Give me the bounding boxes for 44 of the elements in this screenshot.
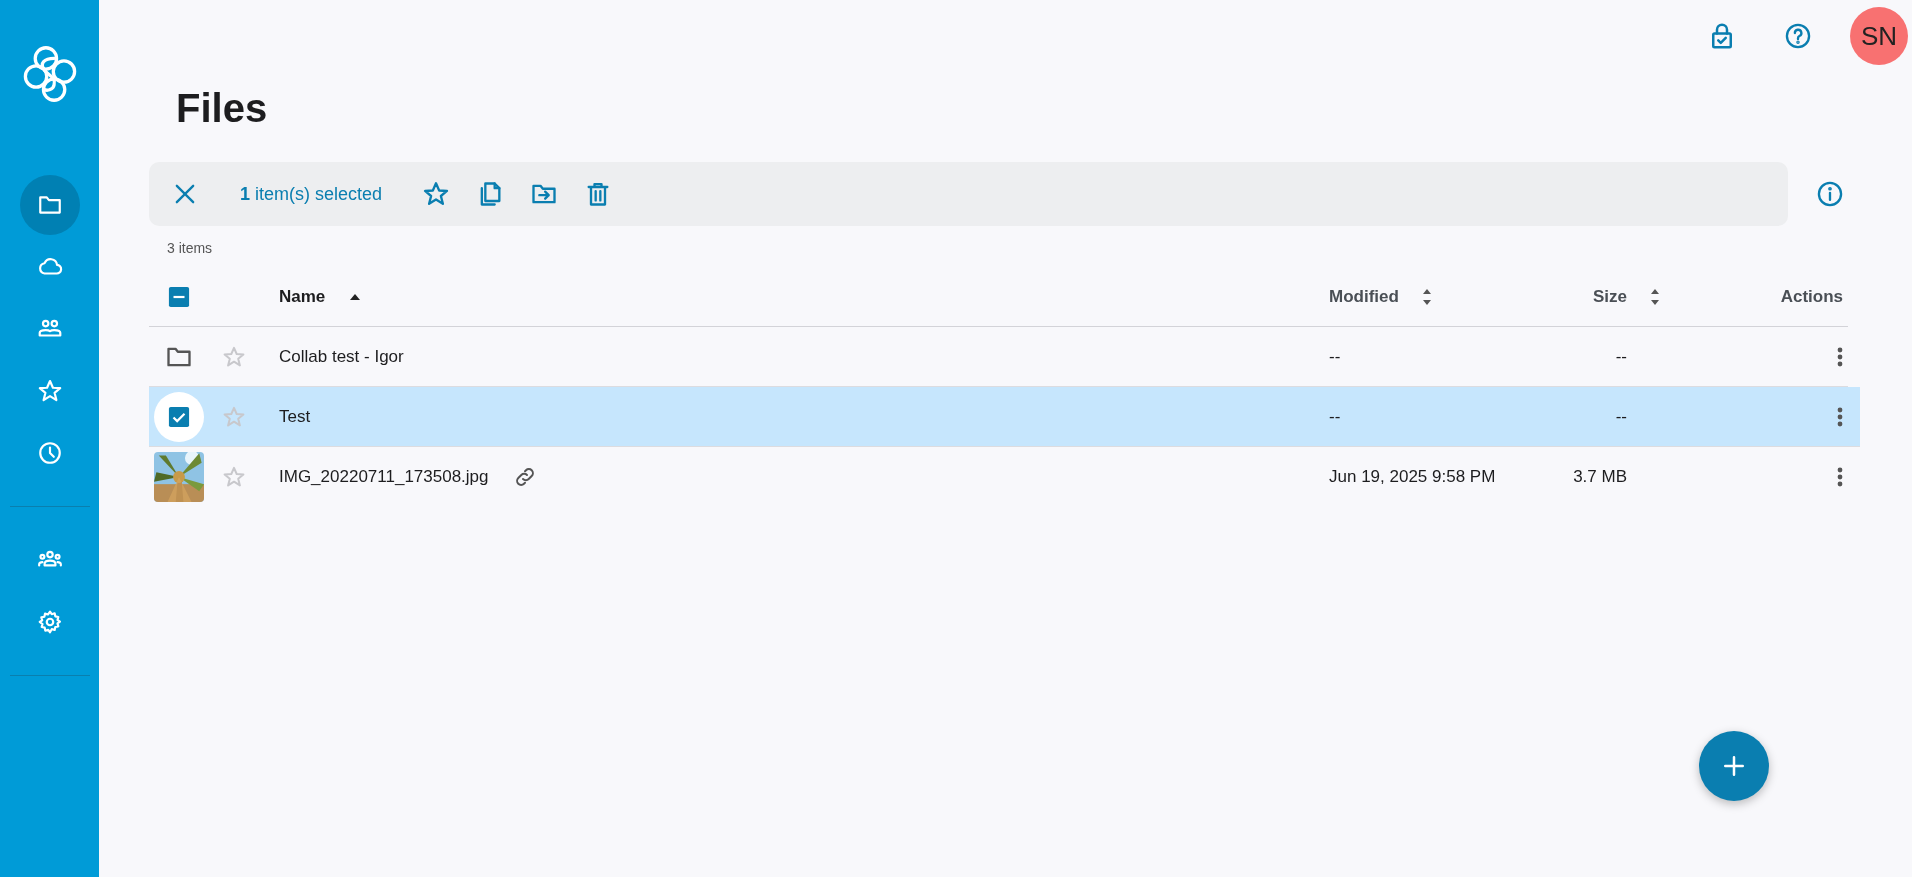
more-actions-button[interactable] <box>1837 346 1843 367</box>
sort-ascending-icon[interactable] <box>349 293 362 301</box>
settings-icon <box>36 609 63 635</box>
selection-count: 1 item(s) selected <box>240 183 383 205</box>
star-icon <box>36 378 63 404</box>
star-icon <box>222 404 246 429</box>
modified-date: -- <box>1329 406 1341 427</box>
file-row[interactable]: IMG_20220711_173508.jpg Jun 19, 2025 9:58 PM 3.7 MB <box>149 447 1848 506</box>
favorite-toggle[interactable] <box>222 344 246 369</box>
star-icon <box>222 344 246 369</box>
item-count: 3 items <box>167 240 213 256</box>
column-header[interactable]: Modified <box>1329 287 1399 307</box>
user-avatar[interactable]: SN <box>1850 7 1908 65</box>
favorite-button[interactable] <box>422 180 451 208</box>
info-icon <box>1816 180 1844 208</box>
sort-icon[interactable] <box>1649 287 1661 307</box>
column-header[interactable]: Name <box>279 287 326 307</box>
file-size: -- <box>1615 346 1627 367</box>
sort-icon[interactable] <box>1420 287 1433 307</box>
file-size: -- <box>1615 406 1627 427</box>
more-icon <box>1837 466 1843 487</box>
favorite-toggle[interactable] <box>222 404 246 429</box>
more-icon <box>1837 406 1843 427</box>
checkbox[interactable] <box>168 286 190 308</box>
add-button[interactable] <box>1699 731 1769 801</box>
column-header: Actions <box>1780 287 1843 307</box>
favorite-toggle[interactable] <box>222 464 246 489</box>
file-name[interactable]: Collab test - Igor <box>279 346 404 367</box>
more-actions-button[interactable] <box>1837 406 1843 427</box>
page-title: Files <box>176 85 269 132</box>
star-icon <box>222 464 246 489</box>
more-icon <box>1837 346 1843 367</box>
file-row[interactable]: Test -- -- <box>149 387 1860 447</box>
file-name[interactable]: Test <box>279 406 311 427</box>
clock-icon <box>36 440 63 466</box>
file-size: 3.7 MB <box>1573 466 1627 487</box>
file-name[interactable]: IMG_20220711_173508.jpg <box>279 466 489 487</box>
checkbox[interactable] <box>168 405 190 428</box>
modified-date: Jun 19, 2025 9:58 PM <box>1329 466 1496 487</box>
help-icon <box>1784 22 1812 50</box>
modified-date: -- <box>1329 346 1341 367</box>
star-icon <box>422 180 451 208</box>
column-header[interactable]: Size <box>1592 287 1627 307</box>
more-actions-button[interactable] <box>1837 466 1843 487</box>
